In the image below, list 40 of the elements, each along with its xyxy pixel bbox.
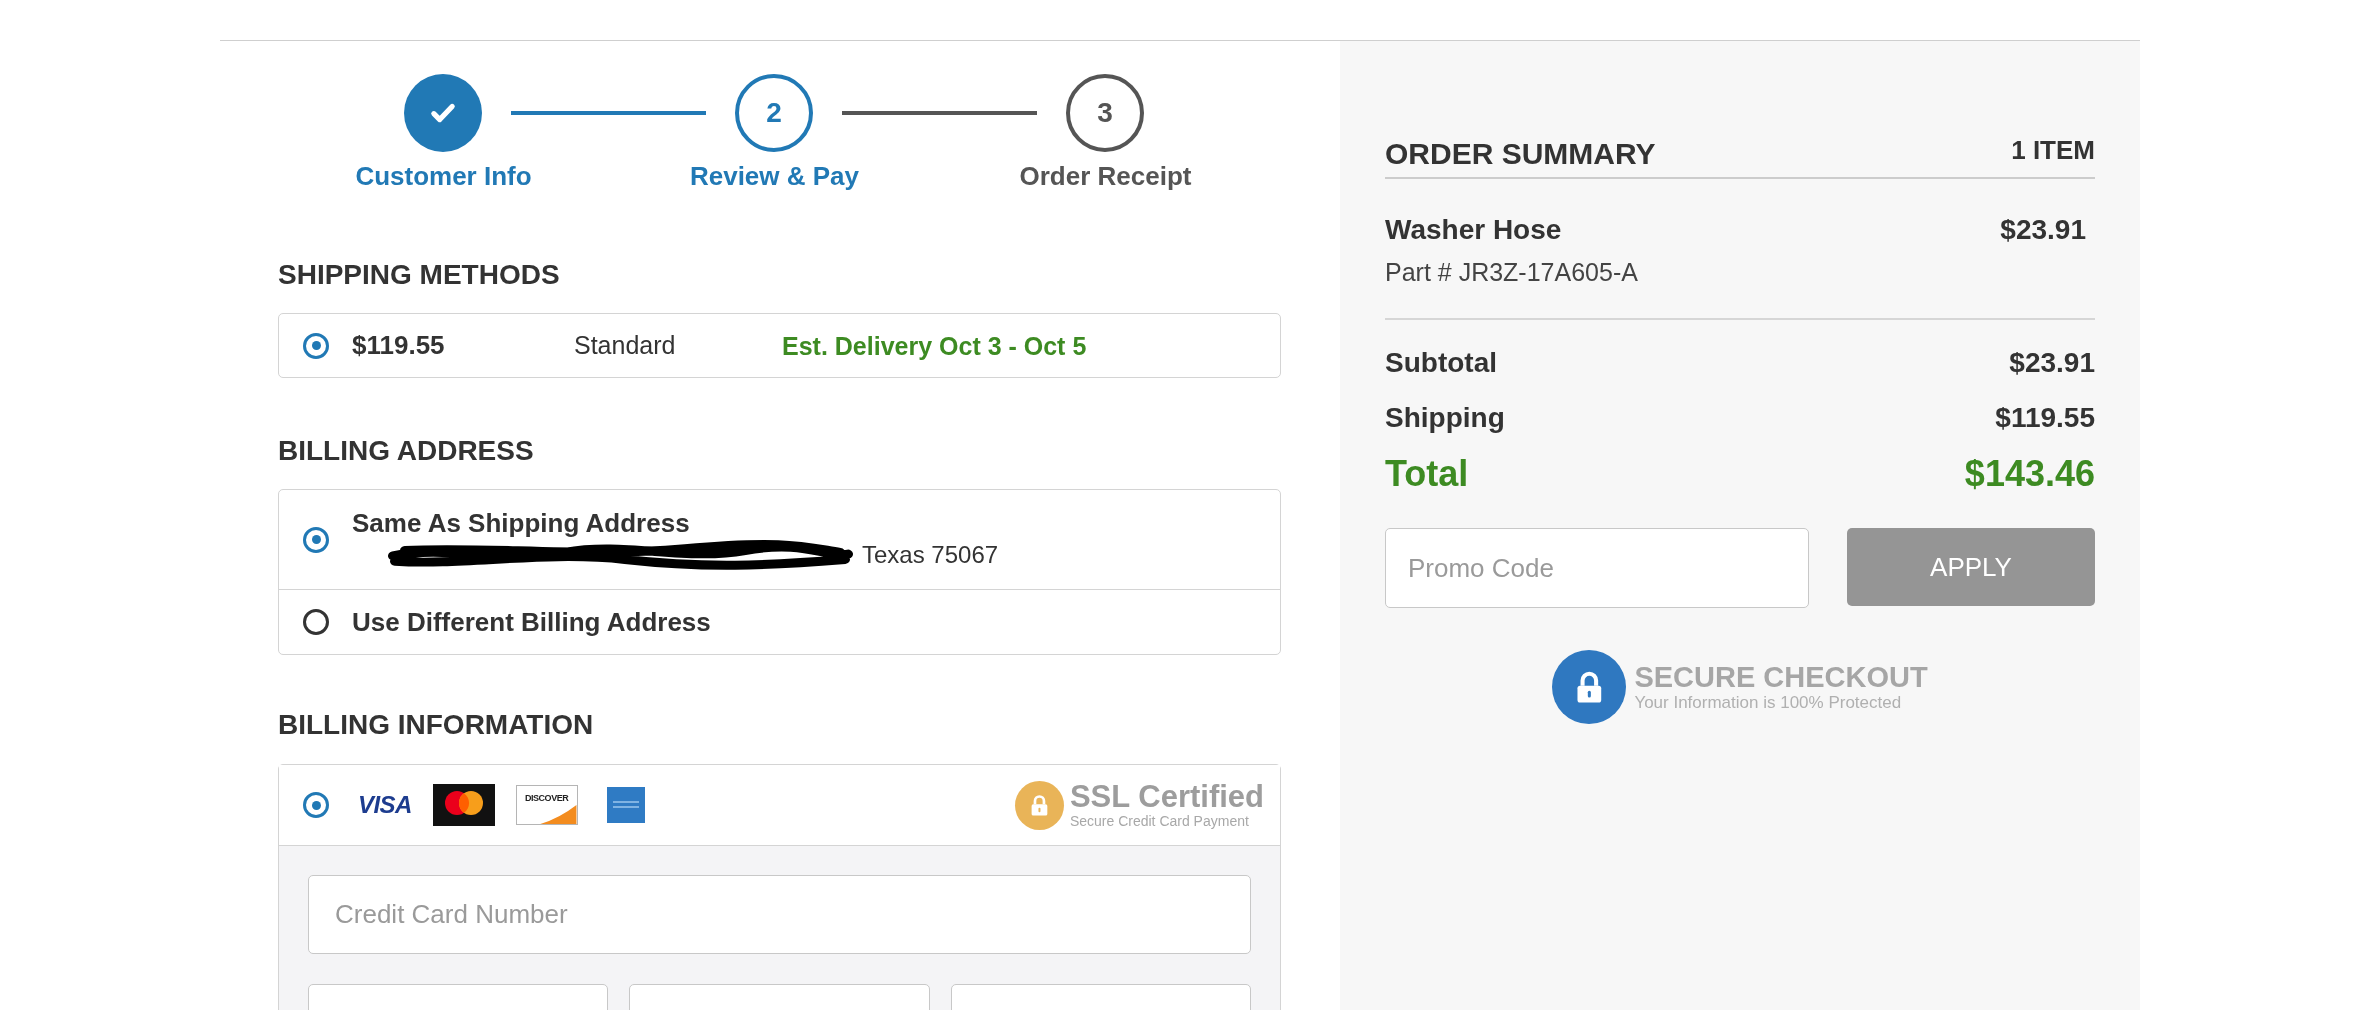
credit-card-logo-icon [606, 787, 645, 823]
summary-label: Shipping [1385, 402, 1505, 434]
step-label: Customer Info [355, 161, 532, 191]
radio-button[interactable] [303, 332, 329, 359]
radio-button[interactable] [303, 792, 329, 818]
section-heading: SHIPPING METHODS [278, 259, 560, 291]
item-count: 1 ITEM [2011, 135, 2095, 165]
ssl-badge-subtitle: Secure Credit Card Payment [1069, 813, 1250, 829]
secure-checkout-title: SECURE CHECKOUT [1634, 661, 1928, 693]
delivery-estimate: Est. Delivery Oct 3 - Oct 5 [782, 330, 1087, 361]
shipping-method-name: Standard [574, 331, 676, 359]
billing-address-text: Texas 75067 [862, 539, 999, 570]
billing-option-label: Same As Shipping Address [352, 507, 690, 538]
secure-checkout-subtitle: Your Information is 100% Protected [1634, 693, 1903, 713]
step-label: Review & Pay [689, 161, 860, 191]
credit-card-logo-icon [432, 784, 495, 826]
shipping-price: $119.55 [352, 330, 445, 360]
item-price: $23.91 [2000, 214, 2086, 246]
total-value: $143.46 [1964, 454, 2095, 494]
order-summary-title: ORDER SUMMARY [1385, 137, 1656, 171]
summary-label: Subtotal [1385, 347, 1497, 379]
summary-value: $119.55 [1995, 402, 2095, 434]
total-label: Total [1385, 454, 1469, 494]
discover-logo: DISCOVER [515, 785, 578, 825]
radio-button[interactable] [303, 609, 329, 635]
summary-value: $23.91 [2009, 347, 2095, 379]
step-label: Order Receipt [1019, 161, 1192, 191]
section-heading: BILLING INFORMATION [278, 709, 594, 741]
input-field[interactable]: Credit Card Number [308, 875, 1251, 954]
billing-option-label: Use Different Billing Address [352, 607, 711, 637]
radio-button[interactable] [303, 526, 329, 553]
item-part-number: Part # JR3Z-17A605-A [1385, 257, 1638, 287]
step-number: 3 [1066, 74, 1144, 152]
promo-code-field[interactable]: Promo Code [1385, 528, 1809, 608]
apply-button[interactable]: APPLY [1847, 528, 2095, 606]
step-number: 2 [735, 74, 813, 152]
ssl-badge-title: SSL Certified [1069, 781, 1264, 813]
section-heading: BILLING ADDRESS [278, 435, 534, 467]
item-name: Washer Hose [1385, 214, 1562, 246]
visa-logo: VISA [358, 792, 412, 818]
